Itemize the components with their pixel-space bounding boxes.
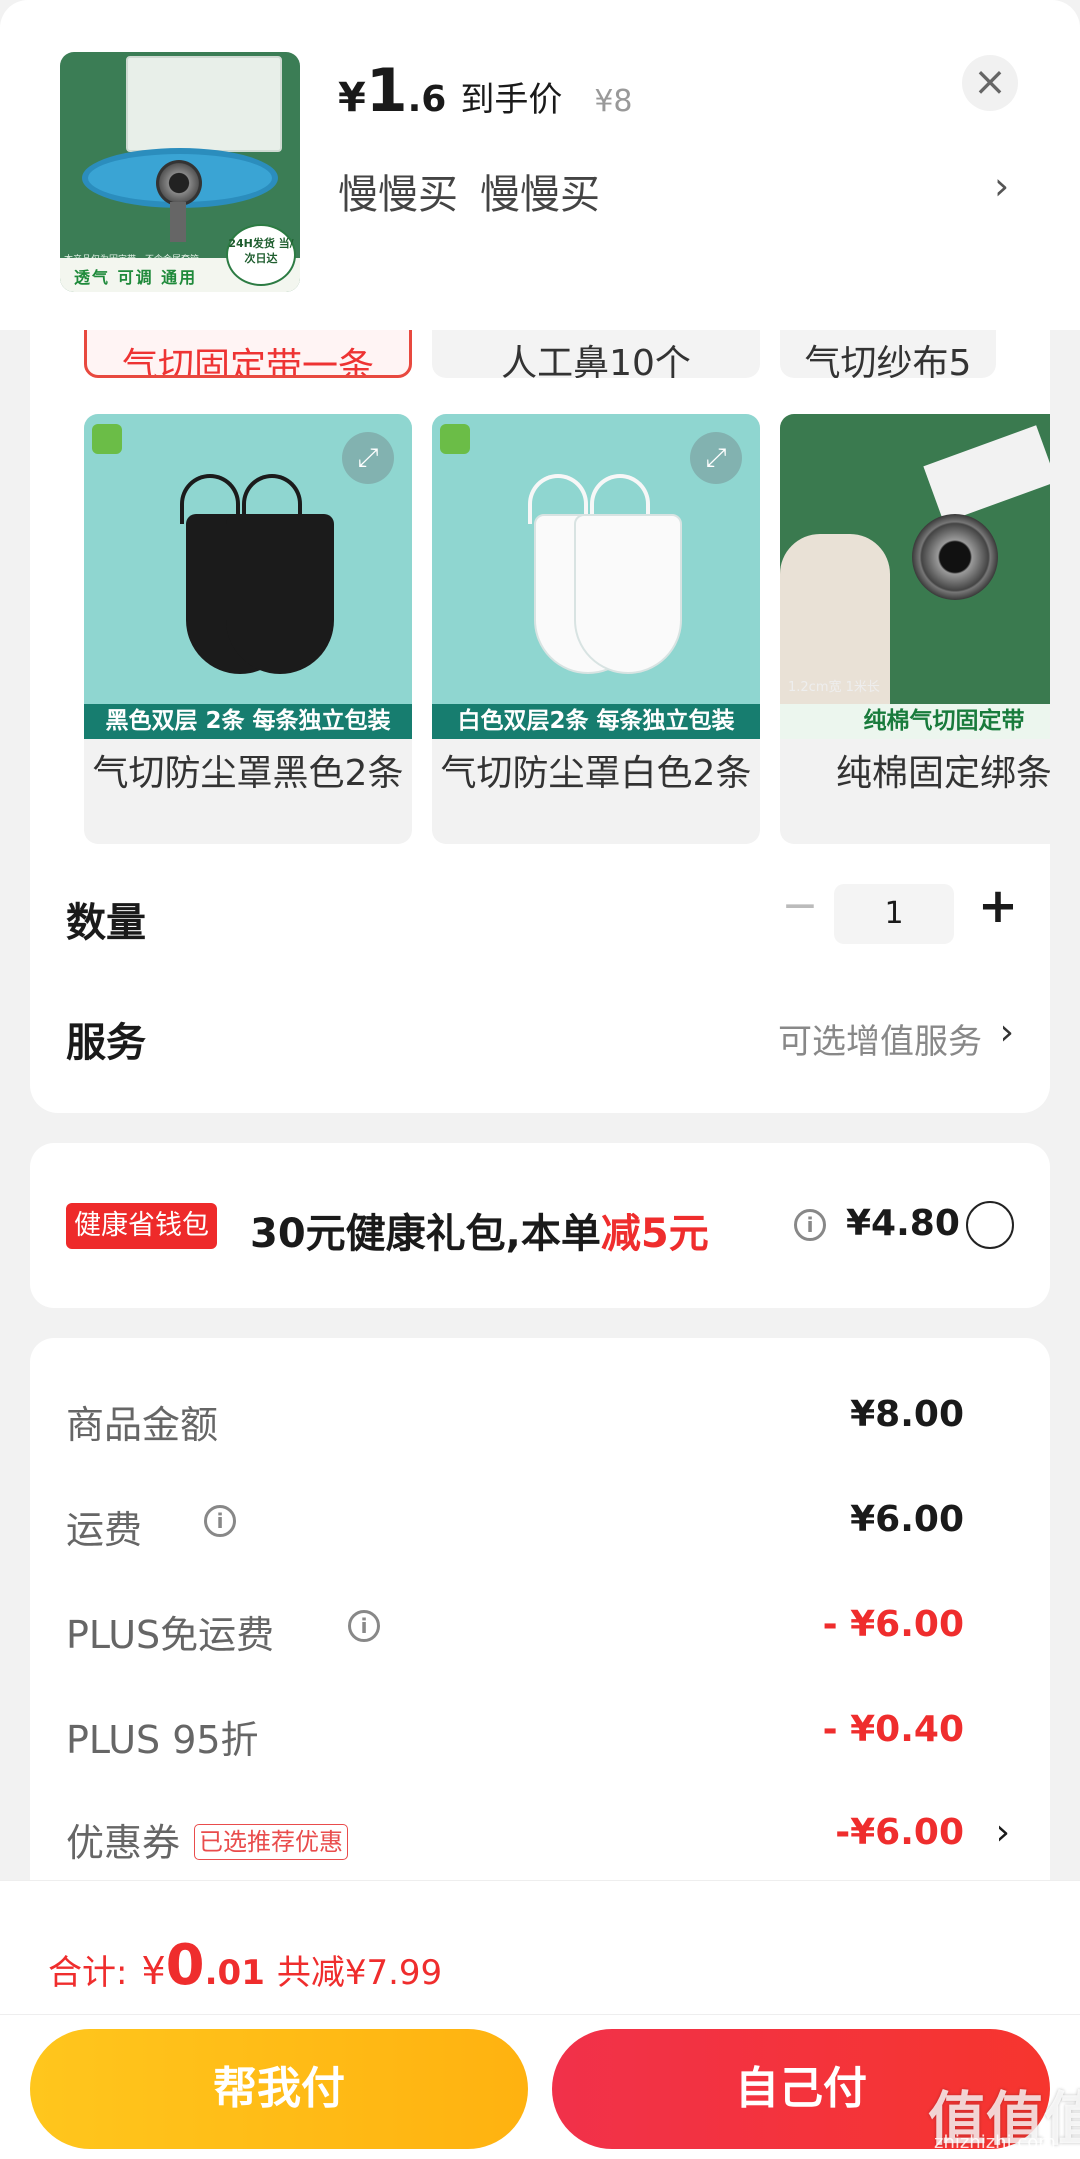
variant-caption: 黑色双层 2条 每条独立包装 bbox=[84, 704, 412, 739]
plus-free-shipping-label: PLUS免运费 bbox=[66, 1613, 275, 1657]
coupon-label: 优惠券 bbox=[66, 1821, 181, 1865]
total-label: 合计: bbox=[48, 1953, 128, 1993]
product-header: 本产品仅为固定带，不含金属套管 透气 可调 通用 24H发货 当/次日达 ¥ 1… bbox=[0, 0, 1080, 330]
gauze-image bbox=[923, 425, 1050, 523]
chevron-right-icon[interactable]: › bbox=[994, 164, 1009, 208]
total-decimal: .01 bbox=[204, 1953, 265, 1993]
total-symbol: ¥ bbox=[141, 1949, 166, 1993]
help-me-pay-button[interactable]: 帮我付 bbox=[30, 2029, 528, 2149]
variant-card[interactable]: 1.2cm宽 1米长 纯棉气切固定带 纯棉固定绑条 bbox=[780, 414, 1050, 844]
product-thumbnail[interactable]: 本产品仅为固定带，不含金属套管 透气 可调 通用 24H发货 当/次日达 bbox=[60, 52, 300, 292]
variant-name: 气切防尘罩黑色2条 bbox=[92, 753, 404, 794]
brand-logo-icon bbox=[92, 424, 122, 454]
variant-name: 气切防尘罩白色2条 bbox=[440, 753, 752, 794]
variant-card[interactable]: ⤢ 白色双层2条 每条独立包装 气切防尘罩白色2条 bbox=[432, 414, 760, 844]
black-mask-image bbox=[226, 514, 334, 674]
zoom-icon[interactable]: ⤢ bbox=[342, 432, 394, 484]
thumb-badge: 24H发货 当/次日达 bbox=[226, 224, 296, 286]
variant-image: ⤢ bbox=[432, 414, 760, 739]
wallet-badge: 健康省钱包 bbox=[66, 1203, 217, 1249]
spec-text-2: 慢慢买 bbox=[480, 172, 600, 218]
white-mask-image bbox=[574, 514, 682, 674]
plus-discount-value: - ¥0.40 bbox=[822, 1709, 964, 1750]
wallet-text-main: 30元健康礼包,本单 bbox=[250, 1211, 601, 1257]
variant-option[interactable]: 气切纱布5 bbox=[780, 330, 996, 378]
total-integer: 0 bbox=[165, 1933, 205, 1998]
goods-amount-label: 商品金额 bbox=[66, 1403, 219, 1447]
goods-amount-value: ¥8.00 bbox=[850, 1394, 964, 1435]
variant-caption: 白色双层2条 每条独立包装 bbox=[432, 704, 760, 739]
watermark-url: zhizhizhi.com bbox=[934, 2132, 1056, 2153]
price-tag: 到手价 bbox=[460, 80, 563, 120]
shipping-label: 运费 bbox=[66, 1508, 143, 1552]
coupon-tag: 已选推荐优惠 bbox=[194, 1824, 349, 1860]
coupon-row[interactable]: 优惠券 已选推荐优惠 -¥6.00 › bbox=[66, 1812, 1014, 1872]
price-summary: 商品金额 ¥8.00 运费 i ¥6.00 PLUS免运费 i - ¥6.00 … bbox=[30, 1338, 1050, 1898]
coupon-label-group: 优惠券 已选推荐优惠 bbox=[66, 1812, 349, 1867]
brand-logo-icon bbox=[440, 424, 470, 454]
price-symbol: ¥ bbox=[338, 75, 366, 121]
info-icon[interactable]: i bbox=[794, 1209, 826, 1241]
chevron-right-icon[interactable]: › bbox=[996, 1812, 1010, 1853]
variant-option[interactable]: 气切固定带一条 bbox=[84, 330, 412, 378]
zoom-icon[interactable]: ⤢ bbox=[690, 432, 742, 484]
variant-caption: 纯棉气切固定带 bbox=[780, 704, 1050, 739]
variant-cards: ⤢ 黑色双层 2条 每条独立包装 气切防尘罩黑色2条 ⤢ 白色双层2条 每条独立… bbox=[84, 414, 1050, 844]
info-icon[interactable]: i bbox=[204, 1505, 236, 1537]
tube-image bbox=[912, 514, 998, 600]
plus-free-shipping-value: - ¥6.00 bbox=[822, 1604, 964, 1645]
plus-free-shipping-row: PLUS免运费 i - ¥6.00 bbox=[66, 1604, 1014, 1664]
service-label: 服务 bbox=[66, 1020, 146, 1066]
divider bbox=[0, 2014, 1080, 2015]
wallet-price: ¥4.80 bbox=[846, 1203, 960, 1244]
photo-note: 1.2cm宽 1米长 bbox=[788, 680, 880, 695]
package-image bbox=[126, 56, 282, 152]
plus-discount-row: PLUS 95折 - ¥0.40 bbox=[66, 1709, 1014, 1769]
plus-discount-label: PLUS 95折 bbox=[66, 1718, 259, 1762]
coupon-value: -¥6.00 bbox=[835, 1812, 964, 1853]
variant-image: ⤢ bbox=[84, 414, 412, 739]
checkout-bar: 合计: ¥ 0 .01 共减¥7.99 帮我付 自己付 bbox=[0, 1880, 1080, 2159]
tube-image bbox=[156, 160, 202, 206]
variant-image: 1.2cm宽 1米长 bbox=[780, 414, 1050, 739]
increase-button[interactable]: + bbox=[970, 878, 1026, 934]
price-decimal: .6 bbox=[407, 79, 447, 120]
info-icon[interactable]: i bbox=[348, 1610, 380, 1642]
variant-name: 纯棉固定绑条 bbox=[835, 753, 1050, 794]
variant-panel: 气切固定带一条 人工鼻10个 气切纱布5 ⤢ 黑色双层 2条 每条独立包装 气切… bbox=[30, 330, 1050, 1113]
original-price: ¥8 bbox=[594, 84, 633, 119]
wallet-description: 30元健康礼包,本单减5元 bbox=[250, 1201, 709, 1259]
shipping-row: 运费 i ¥6.00 bbox=[66, 1499, 1014, 1559]
variant-option[interactable]: 人工鼻10个 bbox=[432, 330, 760, 378]
spec-text-1: 慢慢买 bbox=[338, 172, 458, 218]
wallet-text-discount: 减5元 bbox=[600, 1211, 709, 1257]
variant-card[interactable]: ⤢ 黑色双层 2条 每条独立包装 气切防尘罩黑色2条 bbox=[84, 414, 412, 844]
quantity-input[interactable]: 1 bbox=[834, 884, 954, 944]
chevron-right-icon[interactable]: › bbox=[1000, 1012, 1014, 1053]
stem-image bbox=[170, 202, 186, 242]
price-line: ¥ 1 .6 到手价 ¥8 bbox=[338, 56, 633, 126]
quantity-label: 数量 bbox=[66, 900, 146, 946]
goods-amount-row: 商品金额 ¥8.00 bbox=[66, 1394, 1014, 1454]
health-wallet-card[interactable]: 健康省钱包 30元健康礼包,本单减5元 i ¥4.80 bbox=[30, 1143, 1050, 1308]
close-button[interactable]: × bbox=[962, 55, 1018, 111]
wallet-select-radio[interactable] bbox=[966, 1201, 1014, 1249]
total-saving: 共减¥7.99 bbox=[276, 1953, 443, 1993]
shipping-value: ¥6.00 bbox=[850, 1499, 964, 1540]
price-integer: 1 bbox=[365, 56, 408, 126]
service-option[interactable]: 可选增值服务 bbox=[778, 1014, 982, 1063]
selected-spec[interactable]: 慢慢买 慢慢买 bbox=[338, 162, 600, 220]
total-line: 合计: ¥ 0 .01 共减¥7.99 bbox=[48, 1933, 442, 1998]
decrease-button[interactable]: − bbox=[772, 878, 828, 934]
variant-row-partial: 气切固定带一条 人工鼻10个 气切纱布5 bbox=[30, 330, 1050, 378]
